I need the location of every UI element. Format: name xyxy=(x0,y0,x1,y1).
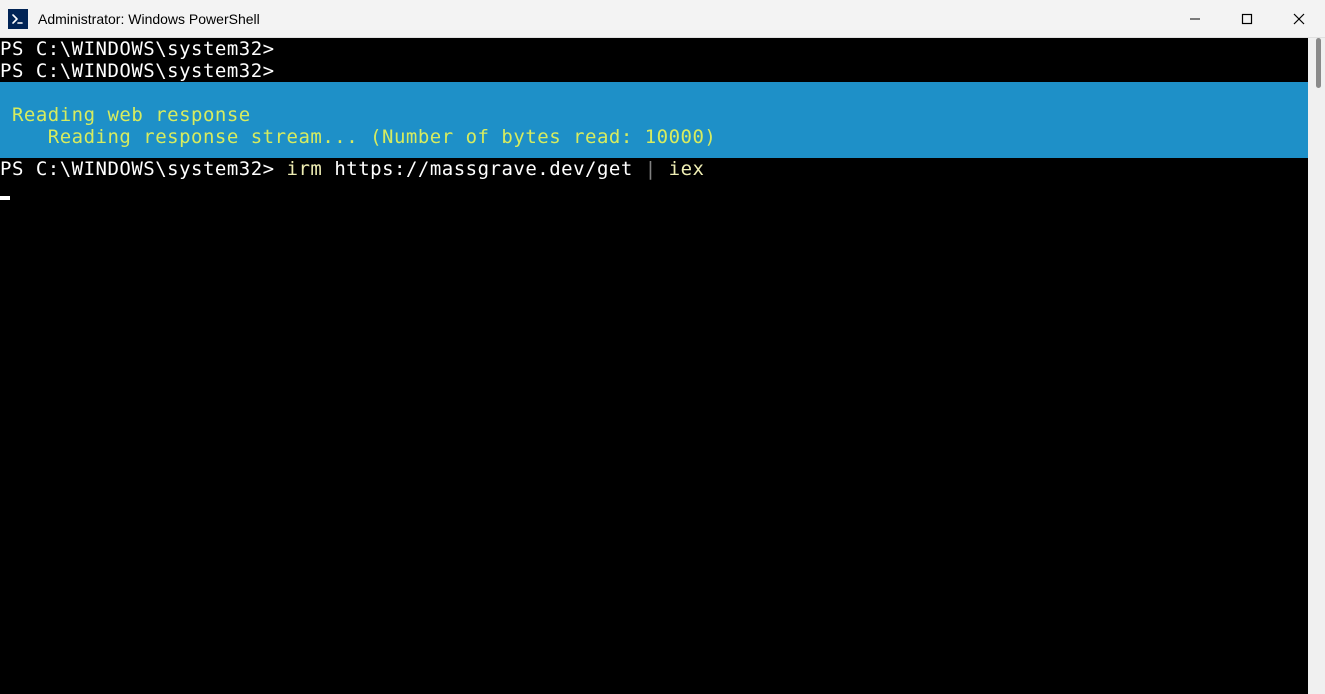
cursor xyxy=(0,196,10,200)
cmd-pipe: | xyxy=(645,158,669,180)
prompt-line: PS C:\WINDOWS\system32> xyxy=(0,60,1308,82)
close-button[interactable] xyxy=(1273,0,1325,37)
cmd-iex: iex xyxy=(669,158,705,180)
progress-block: Reading web response Reading response st… xyxy=(0,82,1308,158)
cmd-irm: irm xyxy=(287,158,335,180)
minimize-button[interactable] xyxy=(1169,0,1221,37)
cmd-url: https://massgrave.dev/get xyxy=(334,158,644,180)
cursor-line xyxy=(0,180,1308,202)
scrollbar[interactable] xyxy=(1308,38,1325,694)
maximize-button[interactable] xyxy=(1221,0,1273,37)
progress-detail: Reading response stream... (Number of by… xyxy=(0,126,1308,148)
window-title: Administrator: Windows PowerShell xyxy=(38,11,1169,27)
command-line: PS C:\WINDOWS\system32> irm https://mass… xyxy=(0,158,1308,180)
prompt-text: PS C:\WINDOWS\system32> xyxy=(0,158,287,180)
window-controls xyxy=(1169,0,1325,37)
powershell-icon xyxy=(8,9,28,29)
titlebar[interactable]: Administrator: Windows PowerShell xyxy=(0,0,1325,38)
terminal-area[interactable]: PS C:\WINDOWS\system32> PS C:\WINDOWS\sy… xyxy=(0,38,1308,694)
prompt-line: PS C:\WINDOWS\system32> xyxy=(0,38,1308,60)
scroll-thumb[interactable] xyxy=(1316,38,1321,88)
progress-title: Reading web response xyxy=(0,104,1308,126)
